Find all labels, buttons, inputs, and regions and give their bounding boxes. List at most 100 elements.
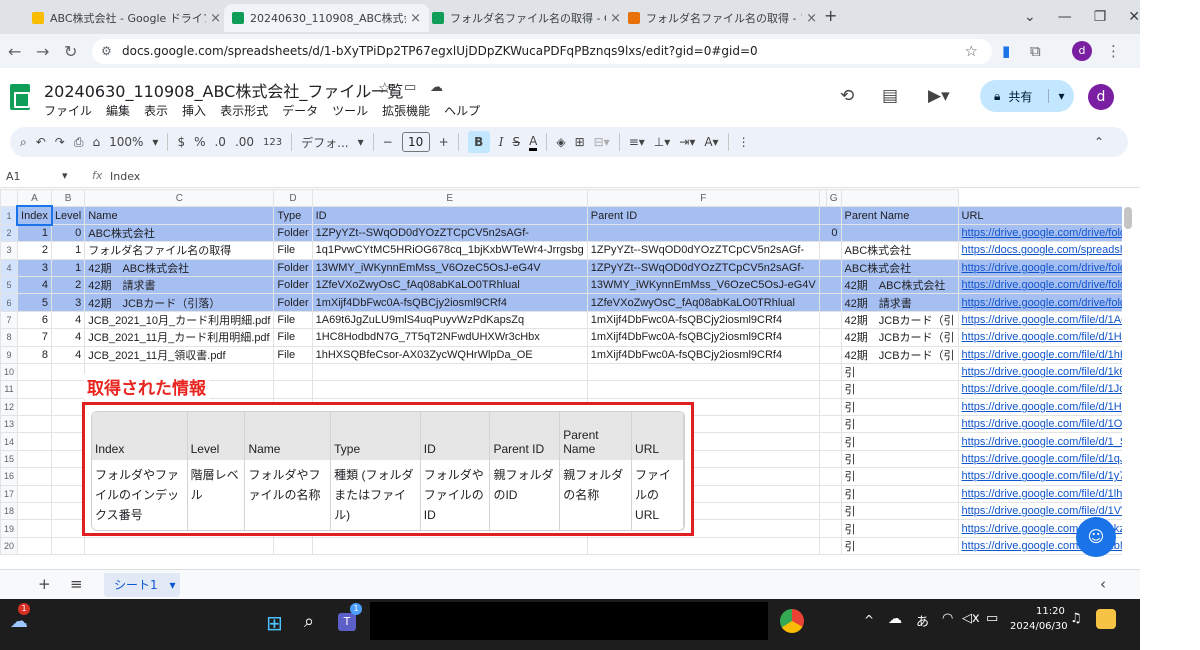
cell[interactable]: 1ZfeVXoZwyOsC_fAq08abKaLO0TRhlual (311, 275, 588, 295)
redo-icon[interactable]: ↷ (55, 135, 65, 149)
row-number[interactable]: 5 (0, 275, 19, 295)
cell[interactable] (311, 536, 588, 556)
cell[interactable]: https://drive.google.com/file/d/1Ha (957, 397, 1122, 417)
browser-tab-active[interactable]: 20240630_110908_ABC株式会社 × (224, 4, 429, 32)
cell[interactable]: https://drive.google.com/file/d/1Oq (957, 415, 1122, 434)
cell[interactable] (17, 519, 52, 538)
percent-format-button[interactable]: % (194, 135, 205, 149)
cell[interactable]: 1mXijf4DbFwc0A-fsQBCjy2iosml9CRf4 (586, 310, 820, 330)
cell[interactable]: 2 (17, 241, 52, 260)
row-number[interactable]: 17 (0, 484, 19, 504)
cell[interactable]: https://drive.google.com/file/d/1HC (957, 328, 1122, 347)
add-sheet-icon[interactable]: + (38, 575, 51, 593)
cell[interactable]: 42期 請求書 (84, 275, 275, 295)
cell[interactable]: https://drive.google.com/drive/folde (957, 223, 1122, 243)
column-header[interactable]: F (586, 189, 820, 208)
row-number[interactable]: 20 (0, 536, 19, 556)
text-wrap-icon[interactable]: ⇥▾ (679, 135, 695, 149)
print-icon[interactable]: ⎙ (74, 135, 84, 150)
bookmark-star-icon[interactable]: ☆ (965, 39, 978, 64)
cell[interactable]: Type (273, 206, 313, 225)
undo-icon[interactable]: ↶ (36, 135, 46, 149)
cell[interactable]: 1ZPyYZt--SWqOD0dYOzZTCpCV5n2sAGf- (586, 241, 820, 260)
row-number[interactable]: 11 (0, 380, 19, 399)
cell[interactable]: File (273, 241, 313, 260)
cell[interactable]: Folder (273, 223, 313, 243)
cell[interactable]: 0 (50, 223, 86, 243)
cell[interactable] (273, 362, 313, 382)
cell[interactable] (17, 536, 52, 556)
paint-format-icon[interactable]: ⌂ (92, 135, 100, 149)
tab-search-icon[interactable]: ⌄ (1024, 9, 1036, 25)
cell[interactable] (818, 362, 842, 382)
cell[interactable]: 1HC8HodbdN7G_7T5qT2NFwdUHXWr3cHbx (311, 328, 588, 347)
cell[interactable] (50, 432, 86, 451)
cell[interactable]: 42期 JCBカード（引落） (84, 293, 275, 312)
row-number[interactable]: 2 (0, 223, 19, 243)
cell[interactable]: https://drive.google.com/file/d/1_S (957, 432, 1122, 451)
cell[interactable]: 引 (840, 415, 959, 434)
row-number[interactable]: 12 (0, 397, 19, 417)
windows-start-icon[interactable]: ⊞ (266, 611, 283, 635)
cell[interactable] (818, 502, 842, 521)
clock-time[interactable]: 11:20 (1036, 606, 1065, 617)
row-number[interactable]: 15 (0, 449, 19, 469)
account-avatar[interactable]: d (1088, 84, 1114, 110)
menu-format[interactable]: 表示形式 (220, 102, 268, 119)
chat-bubble-icon[interactable]: ☺ (1076, 517, 1116, 557)
row-number[interactable]: 3 (0, 241, 19, 260)
align-vertical-icon[interactable]: ⊥▾ (654, 135, 670, 149)
font-size-increase-icon[interactable]: + (439, 135, 449, 149)
copilot-icon[interactable] (1096, 609, 1116, 629)
cell[interactable] (818, 380, 842, 399)
chrome-icon[interactable] (780, 609, 804, 633)
teams-icon[interactable]: T (338, 613, 356, 631)
search-icon[interactable]: ⌕ (20, 135, 27, 150)
close-window-icon[interactable]: ✕ (1128, 9, 1140, 25)
cell[interactable] (818, 484, 842, 504)
close-icon[interactable]: × (410, 11, 421, 26)
cell[interactable]: URL (957, 206, 1122, 225)
cell[interactable]: https://docs.google.com/spreadshe (957, 241, 1122, 260)
cell[interactable] (273, 536, 313, 556)
menu-insert[interactable]: 挿入 (182, 102, 206, 119)
cell[interactable]: https://drive.google.com/file/d/1A6 (957, 310, 1122, 330)
row-number[interactable]: 10 (0, 362, 19, 382)
cell[interactable]: Parent ID (586, 206, 820, 225)
cell[interactable]: 1ZfeVXoZwyOsC_fAq08abKaLO0TRhlual (586, 293, 820, 312)
chevron-down-icon[interactable]: ▾ (1048, 89, 1074, 103)
cell[interactable]: Parent Name (840, 206, 959, 225)
cell[interactable] (818, 415, 842, 434)
cell[interactable] (17, 502, 52, 521)
cell[interactable]: ID (311, 206, 588, 225)
cell[interactable]: 1mXijf4DbFwc0A-fsQBCjy2iosml9CRf4 (586, 345, 820, 364)
cell[interactable] (273, 380, 313, 399)
extension-icon[interactable]: ▮ (1002, 42, 1010, 60)
cell[interactable]: 1A69t6JgZuLU9mlS4uqPuyvWzPdKapsZq (311, 310, 588, 330)
cell[interactable]: 0 (818, 223, 842, 243)
notification-bell-icon[interactable]: ♫ (1070, 611, 1082, 626)
cell[interactable]: 13WMY_iWKynnEmMss_V6OzeC5OsJ-eG4V (586, 275, 820, 295)
cell[interactable]: 引 (840, 467, 959, 486)
cell[interactable] (50, 380, 86, 399)
browser-tab[interactable]: フォルダ名ファイル名の取得 - ブロ × (620, 4, 825, 32)
cell[interactable]: 4 (50, 345, 86, 364)
row-number[interactable]: 16 (0, 467, 19, 486)
cell[interactable] (818, 258, 842, 277)
name-box[interactable]: A1 (6, 170, 21, 183)
cell[interactable]: 7 (17, 328, 52, 347)
cell[interactable]: 引 (840, 536, 959, 556)
cell[interactable]: 1mXijf4DbFwc0A-fsQBCjy2iosml9CRf4 (311, 293, 588, 312)
cell[interactable]: https://drive.google.com/file/d/1lhv (957, 484, 1122, 504)
cell[interactable] (818, 449, 842, 469)
version-history-icon[interactable]: ⟲ (840, 86, 854, 106)
cell[interactable]: ABC株式会社 (840, 258, 959, 277)
row-number[interactable]: 6 (0, 293, 19, 312)
fill-color-icon[interactable]: ◈ (556, 135, 565, 149)
cell[interactable]: Folder (273, 258, 313, 277)
number-format-button[interactable]: 123 (263, 137, 282, 148)
borders-icon[interactable]: ⊞ (575, 135, 585, 149)
cell[interactable] (50, 484, 86, 504)
menu-file[interactable]: ファイル (44, 102, 92, 119)
new-tab-button[interactable]: + (824, 6, 837, 25)
